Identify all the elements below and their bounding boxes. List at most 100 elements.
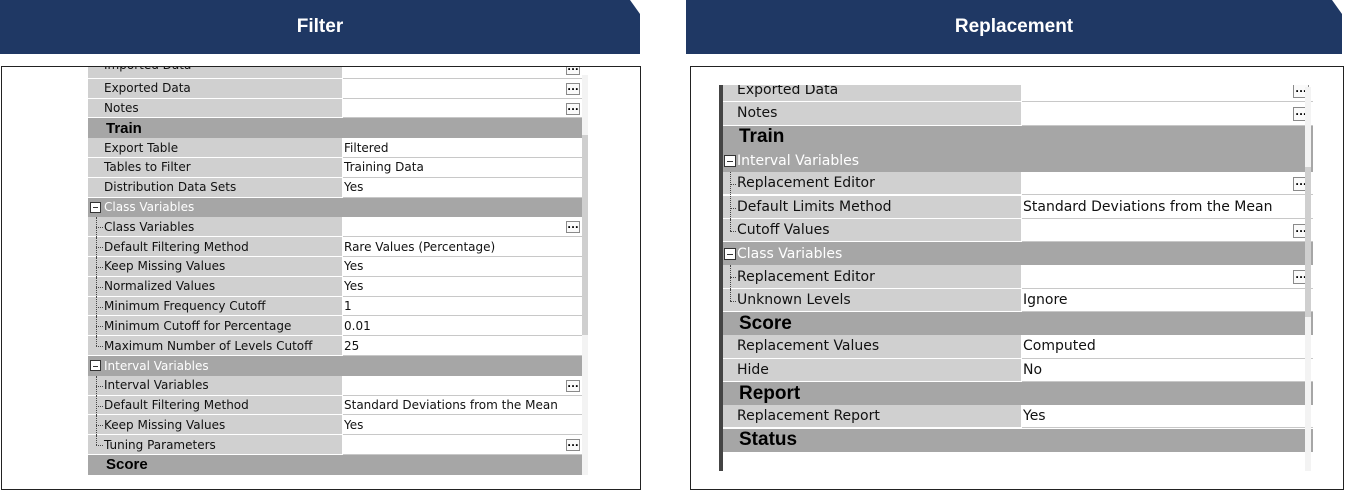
ellipsis-button[interactable]: ... bbox=[566, 102, 580, 115]
property-value-cell[interactable]: Yes bbox=[343, 276, 584, 297]
property-row-class-variables[interactable]: Class Variables... bbox=[88, 217, 584, 238]
property-row-keep-missing-values[interactable]: Keep Missing Values Yes bbox=[88, 415, 584, 436]
section-title: Status bbox=[739, 429, 798, 451]
group-row-interval-variables[interactable]: Interval Variables bbox=[88, 356, 584, 376]
collapse-minus-icon[interactable] bbox=[724, 154, 736, 167]
filter-scrollbar[interactable] bbox=[582, 75, 588, 475]
property-name-cell: Replacement Report bbox=[723, 405, 1021, 429]
property-value-cell[interactable]: ... bbox=[1022, 85, 1313, 103]
property-value-cell[interactable]: Filtered bbox=[343, 138, 584, 158]
collapse-minus-icon[interactable] bbox=[724, 248, 736, 261]
ellipsis-button[interactable]: ... bbox=[566, 82, 580, 95]
property-row-cutoff-values[interactable]: Cutoff Values... bbox=[723, 218, 1313, 243]
property-value-cell[interactable]: Ignore bbox=[1022, 288, 1313, 312]
property-value-cell[interactable]: No bbox=[1022, 358, 1313, 382]
property-name-cell: Exported Data bbox=[723, 85, 1021, 103]
property-row-tuning-parameters[interactable]: Tuning Parameters... bbox=[88, 435, 584, 455]
property-name-cell: Tables to Filter bbox=[88, 158, 342, 178]
property-row-tables-to-filter[interactable]: Tables to Filter Training Data bbox=[88, 158, 584, 178]
replacement-scrollbar[interactable] bbox=[1305, 87, 1311, 471]
tree-line-icon bbox=[96, 237, 97, 257]
ellipsis-button[interactable]: ... bbox=[566, 439, 580, 452]
property-row-minimum-cutoff-for-percentage[interactable]: Minimum Cutoff for Percentage 0.01 bbox=[88, 316, 584, 337]
property-name-cell: Export Table bbox=[88, 138, 342, 158]
property-row-default-filtering-method[interactable]: Default Filtering Method Standard Deviati… bbox=[88, 395, 584, 416]
property-row-unknown-levels[interactable]: Unknown Levels Ignore bbox=[723, 288, 1313, 312]
property-row-normalized-values[interactable]: Normalized Values Yes bbox=[88, 276, 584, 297]
property-value-cell[interactable]: Yes bbox=[343, 177, 584, 198]
property-value-cell[interactable]: ... bbox=[343, 217, 584, 238]
property-value-cell[interactable]: ... bbox=[343, 67, 584, 79]
property-value-cell[interactable]: ... bbox=[343, 435, 584, 455]
property-row-minimum-frequency-cutoff[interactable]: Minimum Frequency Cutoff 1 bbox=[88, 296, 584, 317]
property-name: Minimum Cutoff for Percentage bbox=[104, 318, 292, 333]
property-value-cell[interactable]: 0.01 bbox=[343, 316, 584, 337]
property-name: Class Variables bbox=[104, 219, 195, 234]
tree-connector-icon bbox=[96, 326, 103, 328]
property-row-interval-variables[interactable]: Interval Variables... bbox=[88, 375, 584, 396]
property-row-exported-data[interactable]: Exported Data... bbox=[88, 78, 584, 99]
property-value-cell[interactable]: ... bbox=[1022, 172, 1313, 196]
property-value-cell[interactable]: Rare Values (Percentage) bbox=[343, 237, 584, 257]
tree-line-icon bbox=[96, 375, 97, 396]
property-row-imported-data[interactable]: Imported Data... bbox=[88, 67, 584, 79]
property-name-cell: Default Filtering Method bbox=[88, 237, 342, 257]
property-value-cell[interactable]: Yes bbox=[343, 257, 584, 277]
property-name: Keep Missing Values bbox=[104, 417, 226, 432]
property-value-cell[interactable]: Standard Deviations from the Mean bbox=[343, 395, 584, 416]
property-value-cell[interactable]: Training Data bbox=[343, 158, 584, 178]
property-name-cell: Exported Data bbox=[88, 78, 342, 99]
group-row-interval-variables[interactable]: Interval Variables bbox=[723, 148, 1313, 173]
section-title: Train bbox=[106, 119, 142, 137]
group-row-class-variables[interactable]: Class Variables bbox=[723, 242, 1313, 266]
ellipsis-button[interactable]: ... bbox=[566, 221, 580, 234]
property-row-export-table[interactable]: Export Table Filtered bbox=[88, 138, 584, 158]
property-value-cell[interactable]: ... bbox=[343, 78, 584, 99]
property-name: Imported Data bbox=[104, 67, 191, 78]
replacement-scrollbar-thumb[interactable] bbox=[1305, 167, 1311, 317]
property-row-distribution-data-sets[interactable]: Distribution Data Sets Yes bbox=[88, 177, 584, 198]
property-row-notes[interactable]: Notes... bbox=[88, 98, 584, 119]
property-value-cell[interactable]: Yes bbox=[343, 415, 584, 436]
property-value-cell[interactable]: Yes bbox=[1022, 405, 1313, 429]
group-row-class-variables[interactable]: Class Variables bbox=[88, 197, 584, 218]
property-name-cell: Keep Missing Values bbox=[88, 257, 342, 277]
property-row-keep-missing-values[interactable]: Keep Missing Values Yes bbox=[88, 257, 584, 277]
property-value-cell[interactable]: ... bbox=[1022, 218, 1313, 243]
property-value: Filtered bbox=[344, 140, 389, 155]
property-row-maximum-number-of-levels-cutoff[interactable]: Maximum Number of Levels Cutoff 25 bbox=[88, 336, 584, 356]
property-value-cell[interactable]: ... bbox=[343, 375, 584, 396]
property-value-cell[interactable]: ... bbox=[343, 98, 584, 119]
property-name-cell: Class Variables bbox=[88, 217, 342, 238]
property-name: Replacement Report bbox=[737, 408, 880, 425]
property-name: Replacement Editor bbox=[737, 175, 875, 192]
property-row-default-limits-method[interactable]: Default Limits Method Standard Deviations… bbox=[723, 195, 1313, 219]
property-value-cell[interactable]: 1 bbox=[343, 296, 584, 317]
property-value-cell[interactable]: Standard Deviations from the Mean bbox=[1022, 195, 1313, 219]
property-row-replacement-report[interactable]: Replacement Report Yes bbox=[723, 405, 1313, 429]
property-row-replacement-editor[interactable]: Replacement Editor... bbox=[723, 172, 1313, 196]
ellipsis-button[interactable]: ... bbox=[566, 379, 580, 392]
property-value: Ignore bbox=[1023, 291, 1068, 308]
group-title: Class Variables bbox=[737, 245, 843, 262]
tree-connector-icon bbox=[730, 300, 736, 302]
property-row-hide[interactable]: Hide No bbox=[723, 358, 1313, 382]
collapse-minus-icon[interactable] bbox=[90, 360, 101, 371]
property-row-notes[interactable]: Notes... bbox=[723, 102, 1313, 126]
collapse-minus-icon[interactable] bbox=[90, 201, 101, 213]
replacement-screenshot-frame: Exported Data... Notes... Train Interval Va… bbox=[690, 66, 1344, 490]
property-value-cell[interactable]: 25 bbox=[343, 336, 584, 356]
property-row-exported-data[interactable]: Exported Data... bbox=[723, 85, 1313, 103]
property-row-replacement-editor[interactable]: Replacement Editor... bbox=[723, 265, 1313, 289]
property-value-cell[interactable]: ... bbox=[1022, 265, 1313, 289]
property-name: Tuning Parameters bbox=[104, 437, 216, 452]
replacement-header-title: Replacement bbox=[954, 16, 1074, 37]
ellipsis-button[interactable]: ... bbox=[566, 67, 580, 75]
filter-scrollbar-thumb[interactable] bbox=[582, 135, 588, 335]
section-header-score: Score bbox=[88, 455, 584, 475]
property-value: 25 bbox=[344, 338, 360, 353]
property-value-cell[interactable]: ... bbox=[1022, 102, 1313, 126]
property-row-replacement-values[interactable]: Replacement Values Computed bbox=[723, 335, 1313, 359]
property-row-default-filtering-method[interactable]: Default Filtering Method Rare Values (Per… bbox=[88, 237, 584, 257]
property-value-cell[interactable]: Computed bbox=[1022, 335, 1313, 359]
